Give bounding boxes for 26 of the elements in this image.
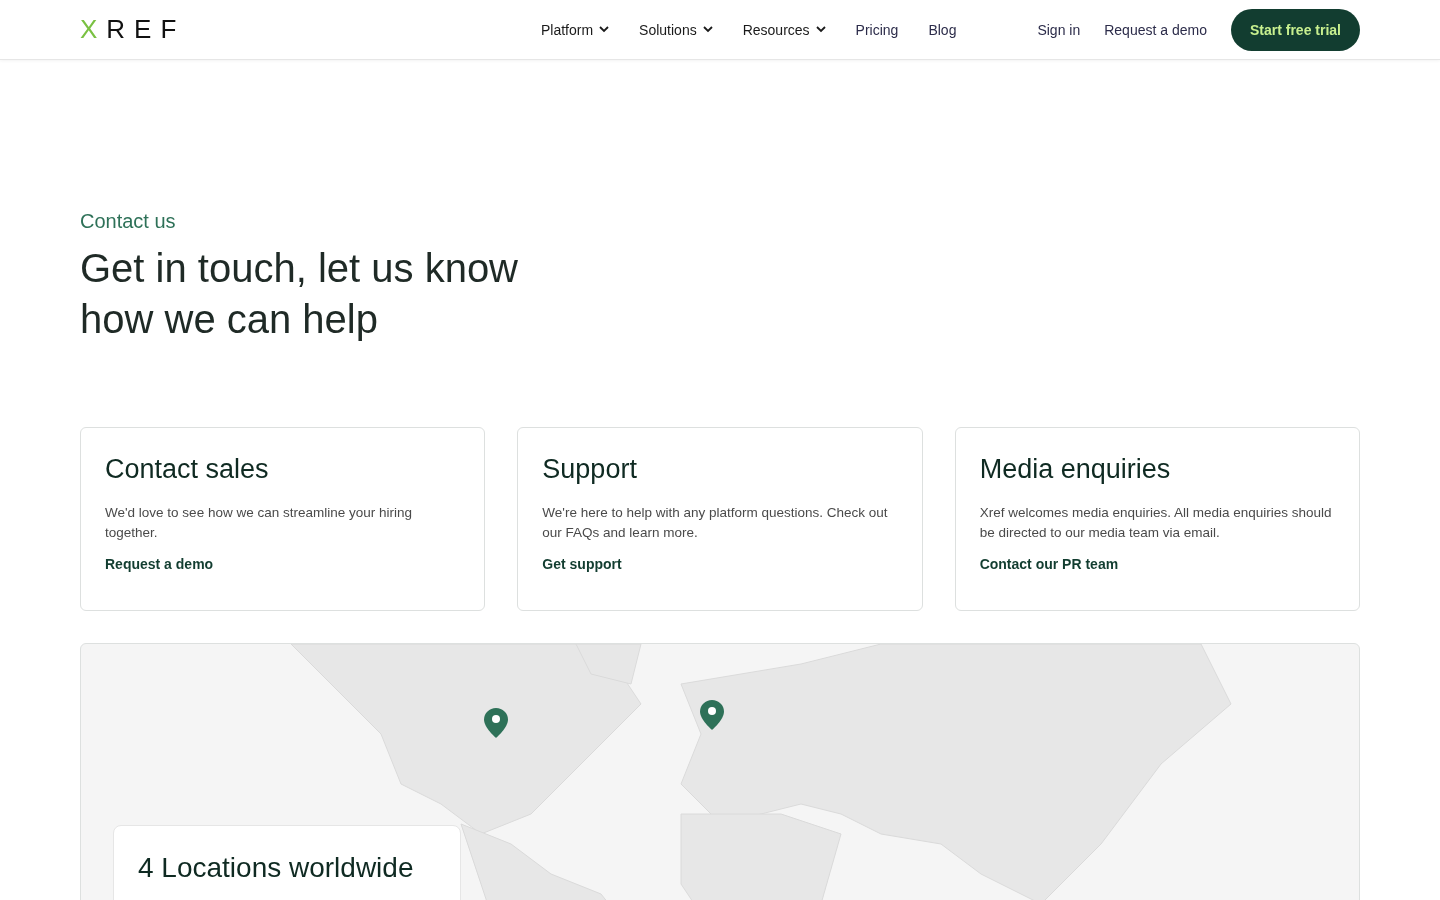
- card-description: Xref welcomes media enquiries. All media enquiries should be directed to our media team via email.: [979, 504, 1333, 542]
- nav-link[interactable]: Pricing: [855, 21, 899, 38]
- map-pin-icon: [700, 700, 724, 730]
- eyebrow-label: Contact us: [80, 210, 177, 233]
- caret-icon: [815, 26, 826, 33]
- logo[interactable]: X REF: [80, 14, 380, 45]
- card-description: We'd love to see how we can streamline your hiring together.: [105, 504, 413, 542]
- card-link[interactable]: Get support: [542, 556, 622, 572]
- locations-heading: 4 Locations worldwide: [138, 852, 415, 884]
- caret-icon: [702, 26, 713, 33]
- card-title: Support: [542, 454, 638, 485]
- map-pin-icon: [484, 708, 508, 738]
- nav-link[interactable]: Resources: [742, 21, 826, 38]
- card-title: Contact sales: [105, 454, 270, 485]
- card-link[interactable]: Contact our PR team: [979, 556, 1119, 572]
- start-trial-button[interactable]: Start free trial: [1230, 8, 1360, 51]
- nav-link[interactable]: Platform: [540, 21, 610, 38]
- nav-link[interactable]: Solutions: [639, 21, 713, 38]
- sign-in-link[interactable]: Sign in: [1037, 21, 1081, 38]
- nav-link[interactable]: Blog: [928, 21, 957, 38]
- card-title: Media enquiries: [979, 454, 1172, 485]
- request-demo-link[interactable]: Request a demo: [1104, 21, 1207, 38]
- caret-icon: [599, 26, 610, 33]
- card-link[interactable]: Request a demo: [105, 556, 214, 572]
- page-heading: Get in touch, let us know how we can help: [80, 245, 519, 343]
- card-description: We're here to help with any platform questions. Check out our FAQs and learn more.: [542, 504, 889, 542]
